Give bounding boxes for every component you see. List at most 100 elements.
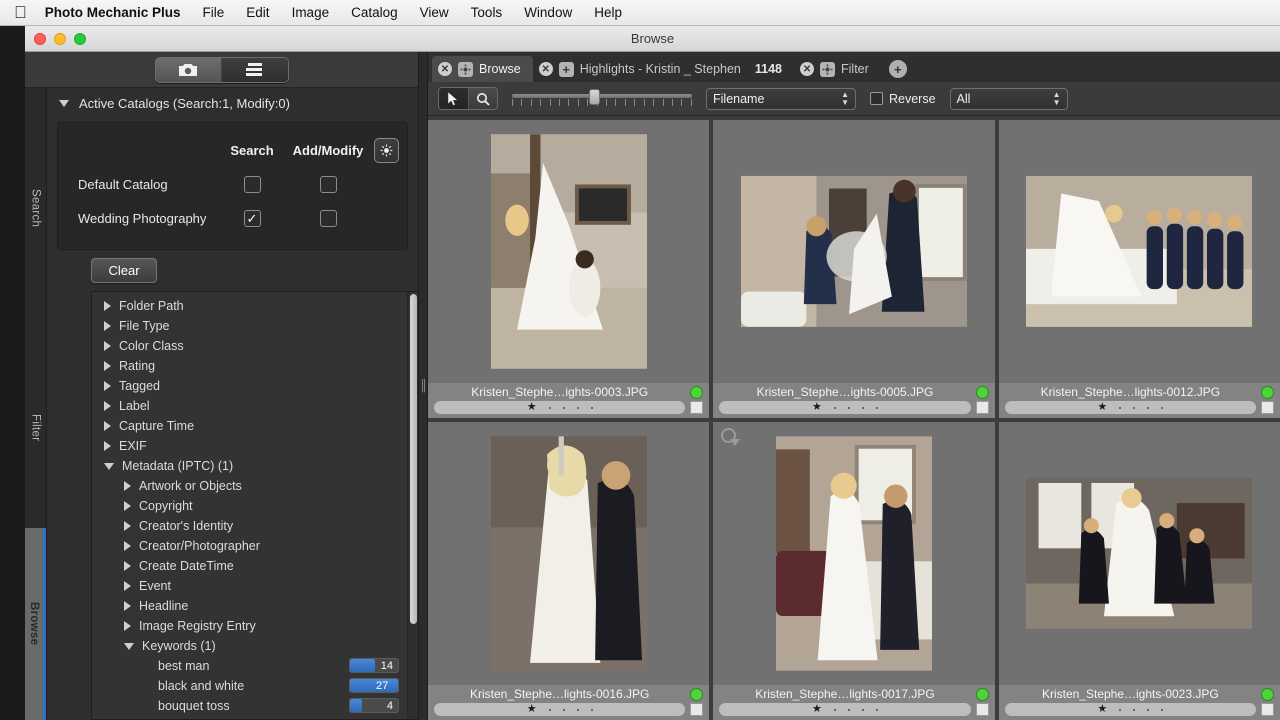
tree-scrollbar[interactable] [407, 292, 418, 719]
reverse-sort-control[interactable]: Reverse [870, 92, 936, 106]
tree-item[interactable]: Creator's Identity [92, 516, 407, 536]
menu-item-image[interactable]: Image [292, 5, 330, 20]
thumbnail-image[interactable] [428, 422, 709, 685]
tree-item[interactable]: bouquet toss4 [92, 696, 407, 716]
catalog-1-search-checkbox[interactable]: ✓ [244, 210, 261, 227]
tree-item[interactable]: Image Registry Entry [92, 616, 407, 636]
chevron-right-icon[interactable] [124, 481, 131, 491]
catalog-1-addmodify-checkbox[interactable] [320, 210, 337, 227]
thumbnail-cell[interactable]: Kristen_Stephe…lights-0017.JPG★ [713, 422, 994, 720]
star-empty-icon[interactable] [563, 407, 565, 409]
tree-item[interactable]: Color Class [92, 336, 407, 356]
chevron-right-icon[interactable] [104, 341, 111, 351]
star-empty-icon[interactable] [848, 407, 850, 409]
star-rating-control[interactable]: ★ [1005, 703, 1256, 716]
chevron-right-icon[interactable] [104, 361, 111, 371]
chevron-right-icon[interactable] [104, 421, 111, 431]
chevron-right-icon[interactable] [104, 381, 111, 391]
chevron-right-icon[interactable] [104, 301, 111, 311]
tree-item[interactable]: Headline [92, 596, 407, 616]
add-tab-button[interactable]: + [889, 60, 907, 78]
thumbnail-image[interactable] [713, 120, 994, 383]
tree-item[interactable]: Event [92, 576, 407, 596]
thumbnail-cell[interactable]: Kristen_Stephe…ights-0023.JPG★ [999, 422, 1280, 720]
menu-item-window[interactable]: Window [524, 5, 572, 20]
star-empty-icon[interactable] [1161, 407, 1163, 409]
thumbnail-cell[interactable]: Kristen_Stephe…ights-0003.JPG★ [428, 120, 709, 418]
color-class-swatch[interactable] [690, 401, 703, 414]
color-class-swatch[interactable] [976, 703, 989, 716]
tree-item[interactable]: Capture Time [92, 416, 407, 436]
menu-item-catalog[interactable]: Catalog [351, 5, 398, 20]
tool-mode-toggle[interactable] [438, 87, 498, 110]
close-icon[interactable]: ✕ [539, 62, 553, 76]
star-empty-icon[interactable] [549, 407, 551, 409]
tree-item[interactable]: Folder Path [92, 296, 407, 316]
star-empty-icon[interactable] [1133, 407, 1135, 409]
star-empty-icon[interactable] [1119, 709, 1121, 711]
star-empty-icon[interactable] [834, 407, 836, 409]
status-indicator[interactable] [1261, 688, 1274, 701]
highlight-catalogs-button[interactable] [374, 138, 399, 163]
star-filled-icon[interactable]: ★ [812, 704, 822, 715]
apple-logo-icon[interactable]:  [14, 4, 27, 21]
tree-item[interactable]: Rating [92, 356, 407, 376]
view-mode-toggle[interactable] [155, 57, 289, 83]
menu-item-edit[interactable]: Edit [246, 5, 269, 20]
color-class-swatch[interactable] [1261, 401, 1274, 414]
star-empty-icon[interactable] [1147, 407, 1149, 409]
arrow-cursor-button[interactable] [439, 88, 468, 109]
tree-item[interactable]: Metadata (IPTC) (1) [92, 456, 407, 476]
chevron-right-icon[interactable] [124, 541, 131, 551]
tree-item[interactable]: Artwork or Objects [92, 476, 407, 496]
star-empty-icon[interactable] [862, 407, 864, 409]
gear-icon[interactable] [458, 62, 473, 77]
color-class-swatch[interactable] [976, 401, 989, 414]
clear-button[interactable]: Clear [91, 258, 157, 283]
tab-filter[interactable]: ✕ Filter [794, 56, 881, 82]
rotate-badge-icon[interactable] [721, 428, 736, 443]
tree-item[interactable]: Label [92, 396, 407, 416]
star-rating-control[interactable]: ★ [1005, 401, 1256, 414]
tree-item[interactable]: black and white27 [92, 676, 407, 696]
camera-view-button[interactable] [156, 58, 222, 82]
panel-divider[interactable]: ║ [418, 52, 428, 720]
star-empty-icon[interactable] [549, 709, 551, 711]
status-indicator[interactable] [976, 688, 989, 701]
star-rating-control[interactable]: ★ [719, 703, 970, 716]
plus-icon[interactable]: + [559, 62, 574, 77]
catalog-list-view-button[interactable] [222, 58, 288, 82]
star-empty-icon[interactable] [834, 709, 836, 711]
tree-item[interactable]: Creator/Photographer [92, 536, 407, 556]
chevron-right-icon[interactable] [104, 401, 111, 411]
thumbnail-cell[interactable]: Kristen_Stephe…ights-0005.JPG★ [713, 120, 994, 418]
tree-item[interactable]: Create DateTime [92, 556, 407, 576]
thumbnail-cell[interactable]: Kristen_Stephe…lights-0012.JPG★ [999, 120, 1280, 418]
star-empty-icon[interactable] [848, 709, 850, 711]
tree-item[interactable]: Tagged [92, 376, 407, 396]
slider-knob[interactable] [589, 89, 600, 105]
star-filled-icon[interactable]: ★ [1097, 402, 1107, 413]
tab-highlights[interactable]: ✕ + Highlights - Kristin _ Stephen 1148 [533, 56, 794, 82]
status-indicator[interactable] [690, 688, 703, 701]
menu-item-view[interactable]: View [420, 5, 449, 20]
thumbnail-size-slider[interactable] [512, 88, 692, 110]
star-empty-icon[interactable] [1133, 709, 1135, 711]
star-empty-icon[interactable] [591, 709, 593, 711]
status-indicator[interactable] [1261, 386, 1274, 399]
tree-item[interactable]: EXIF [92, 436, 407, 456]
star-empty-icon[interactable] [876, 709, 878, 711]
chevron-right-icon[interactable] [124, 521, 131, 531]
chevron-down-icon[interactable] [124, 643, 134, 650]
sidebar-tab-filter[interactable]: Filter [25, 328, 46, 528]
tree-scrollbar-thumb[interactable] [410, 294, 417, 624]
star-empty-icon[interactable] [577, 407, 579, 409]
active-catalogs-header[interactable]: Active Catalogs (Search:1, Modify:0) [47, 88, 418, 118]
tree-item[interactable]: best man14 [92, 656, 407, 676]
tab-browse[interactable]: ✕ Browse [432, 56, 533, 82]
thumbnail-image[interactable] [999, 422, 1280, 685]
star-empty-icon[interactable] [1147, 709, 1149, 711]
thumbnail-image[interactable] [713, 422, 994, 685]
menu-item-help[interactable]: Help [594, 5, 622, 20]
chevron-right-icon[interactable] [124, 581, 131, 591]
